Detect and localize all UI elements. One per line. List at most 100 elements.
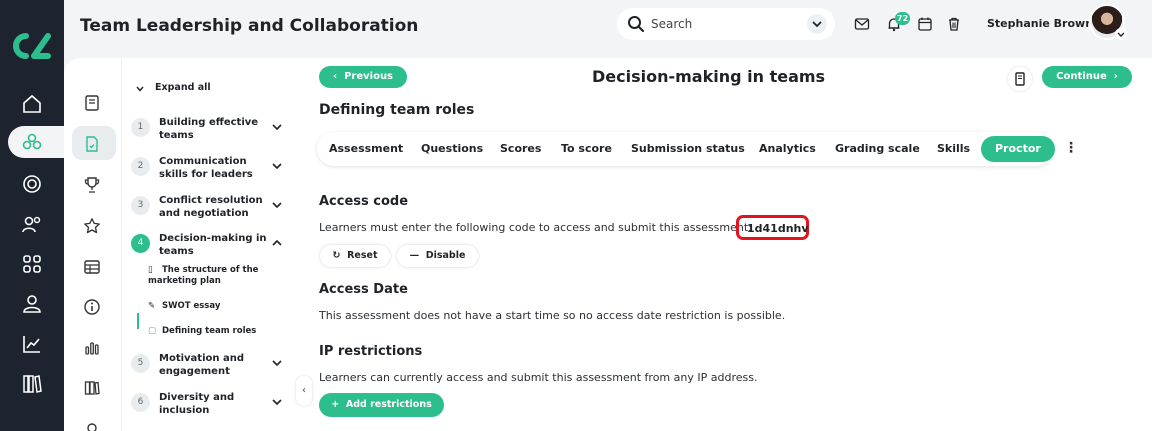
course-outline: Expand all 1 Building effective teams 2 …: [123, 58, 299, 431]
tab-scores[interactable]: Scores: [500, 132, 541, 166]
courses-icon[interactable]: [20, 130, 44, 154]
node-label: Conflict resolution and negotiation: [159, 195, 263, 219]
subitem-label: Defining team roles: [162, 326, 257, 336]
top-bar: Team Leadership and Collaboration Search…: [64, 0, 1152, 56]
notification-badge: 72: [895, 12, 911, 25]
ip-restrictions-text: Learners can currently access and submit…: [319, 371, 758, 384]
reset-button[interactable]: ↻ Reset: [320, 245, 390, 267]
disable-button[interactable]: — Disable: [397, 245, 478, 267]
assessment-icon: ▢: [148, 326, 157, 336]
app-rail: [0, 0, 64, 431]
add-restrictions-button[interactable]: + Add restrictions: [319, 393, 444, 417]
node-number: 1: [131, 118, 150, 137]
subitem-label: SWOT essay: [162, 301, 221, 311]
chevron-down-icon[interactable]: [135, 84, 145, 94]
course-tools-column: [64, 58, 122, 431]
outline-subitem[interactable]: ✎ SWOT essay: [148, 301, 220, 312]
page-title: Team Leadership and Collaboration: [80, 16, 419, 36]
outline-subitem-active[interactable]: ▢ Defining team roles: [148, 326, 256, 337]
chevron-down-icon[interactable]: [270, 198, 284, 212]
document-icon[interactable]: [83, 135, 101, 153]
continue-button[interactable]: Continue ›: [1042, 66, 1132, 88]
access-date-heading: Access Date: [319, 282, 408, 297]
mail-icon[interactable]: [854, 16, 870, 32]
more-options-icon[interactable]: ⋮: [1064, 140, 1078, 156]
pencil-icon: ✎: [148, 301, 156, 311]
access-date-text: This assessment does not have a start ti…: [319, 309, 786, 322]
apps-icon[interactable]: [20, 252, 44, 276]
books-icon[interactable]: [83, 379, 101, 397]
tab-questions[interactable]: Questions: [421, 132, 483, 166]
chevron-down-icon[interactable]: [1115, 28, 1127, 40]
access-code-value: 1d41dnhv: [747, 222, 809, 235]
active-item-bar: [137, 313, 139, 329]
refresh-icon: ↻: [332, 250, 341, 261]
node-number: 5: [131, 354, 150, 373]
library-icon[interactable]: [20, 372, 44, 396]
node-number: 4: [131, 234, 150, 253]
users-icon[interactable]: [20, 212, 44, 236]
expand-all-button[interactable]: Expand all: [155, 82, 211, 93]
content-card: Expand all 1 Building effective teams 2 …: [64, 58, 1152, 431]
star-icon[interactable]: [83, 217, 101, 235]
trophy-icon[interactable]: [83, 176, 101, 194]
chevron-up-icon[interactable]: [270, 236, 284, 250]
search-icon: [628, 16, 645, 33]
subitem-label: The structure of the marketing plan: [148, 265, 259, 286]
reset-label: Reset: [347, 250, 378, 261]
node-label: Communication skills for leaders: [159, 156, 253, 180]
tab-proctor[interactable]: Proctor: [981, 136, 1055, 162]
home-icon[interactable]: [20, 92, 44, 116]
node-label: Decision-making in teams: [159, 233, 267, 257]
chevron-down-icon[interactable]: [270, 120, 284, 134]
tab-skills[interactable]: Skills: [937, 132, 970, 166]
previous-button[interactable]: ‹ Previous: [319, 66, 407, 88]
continue-label: Continue: [1056, 71, 1107, 82]
info-icon[interactable]: [83, 298, 101, 316]
minus-icon: —: [409, 250, 420, 261]
tab-grading-scale[interactable]: Grading scale: [835, 132, 920, 166]
calendar-icon[interactable]: [917, 16, 933, 32]
chevron-down-icon[interactable]: [807, 14, 827, 34]
tab-assessment[interactable]: Assessment: [329, 132, 403, 166]
tab-analytics[interactable]: Analytics: [759, 132, 816, 166]
chevron-down-icon[interactable]: [270, 356, 284, 370]
node-label: Motivation and engagement: [159, 353, 244, 377]
plus-icon: +: [331, 399, 340, 410]
circle-icon[interactable]: [83, 419, 101, 431]
chevron-down-icon[interactable]: [270, 159, 284, 173]
user-name[interactable]: Stephanie Brown: [987, 17, 1093, 30]
disable-label: Disable: [425, 250, 466, 261]
profile-icon[interactable]: [20, 292, 44, 316]
tab-submission-status[interactable]: Submission status: [631, 132, 745, 166]
ip-restrictions-heading: IP restrictions: [319, 344, 423, 359]
tab-to-score[interactable]: To score: [561, 132, 612, 166]
table-icon[interactable]: [83, 258, 101, 276]
document-icon: ▯: [148, 265, 153, 275]
analytics-icon[interactable]: [20, 332, 44, 356]
node-number: 3: [131, 196, 150, 215]
collapse-sidebar-button[interactable]: ‹: [296, 376, 312, 406]
notebook-icon[interactable]: [1008, 67, 1032, 91]
add-restrictions-label: Add restrictions: [345, 399, 432, 410]
node-number: 2: [131, 157, 150, 176]
node-label: Building effective teams: [159, 117, 259, 141]
section-title: Defining team roles: [319, 102, 475, 118]
bar-chart-icon[interactable]: [83, 339, 101, 357]
tab-bar: Assessment Questions Scores To score Sub…: [317, 132, 1055, 166]
trash-icon[interactable]: [946, 16, 962, 32]
access-code-text: Learners must enter the following code t…: [319, 221, 752, 234]
chevron-down-icon[interactable]: [270, 395, 284, 409]
target-icon[interactable]: [20, 172, 44, 196]
search-box[interactable]: Search: [617, 8, 835, 40]
access-code-heading: Access code: [319, 194, 409, 209]
search-input[interactable]: Search: [651, 17, 692, 31]
outline-subitem[interactable]: ▯ The structure of the marketing plan: [148, 265, 268, 287]
main-content: ‹ Previous Decision-making in teams Cont…: [299, 58, 1152, 431]
book-icon[interactable]: [83, 94, 101, 112]
node-number: 6: [131, 393, 150, 412]
node-label: Diversity and inclusion: [159, 392, 235, 416]
previous-label: Previous: [344, 71, 394, 82]
lesson-title: Decision-making in teams: [592, 67, 826, 86]
brand-logo[interactable]: [12, 30, 52, 62]
